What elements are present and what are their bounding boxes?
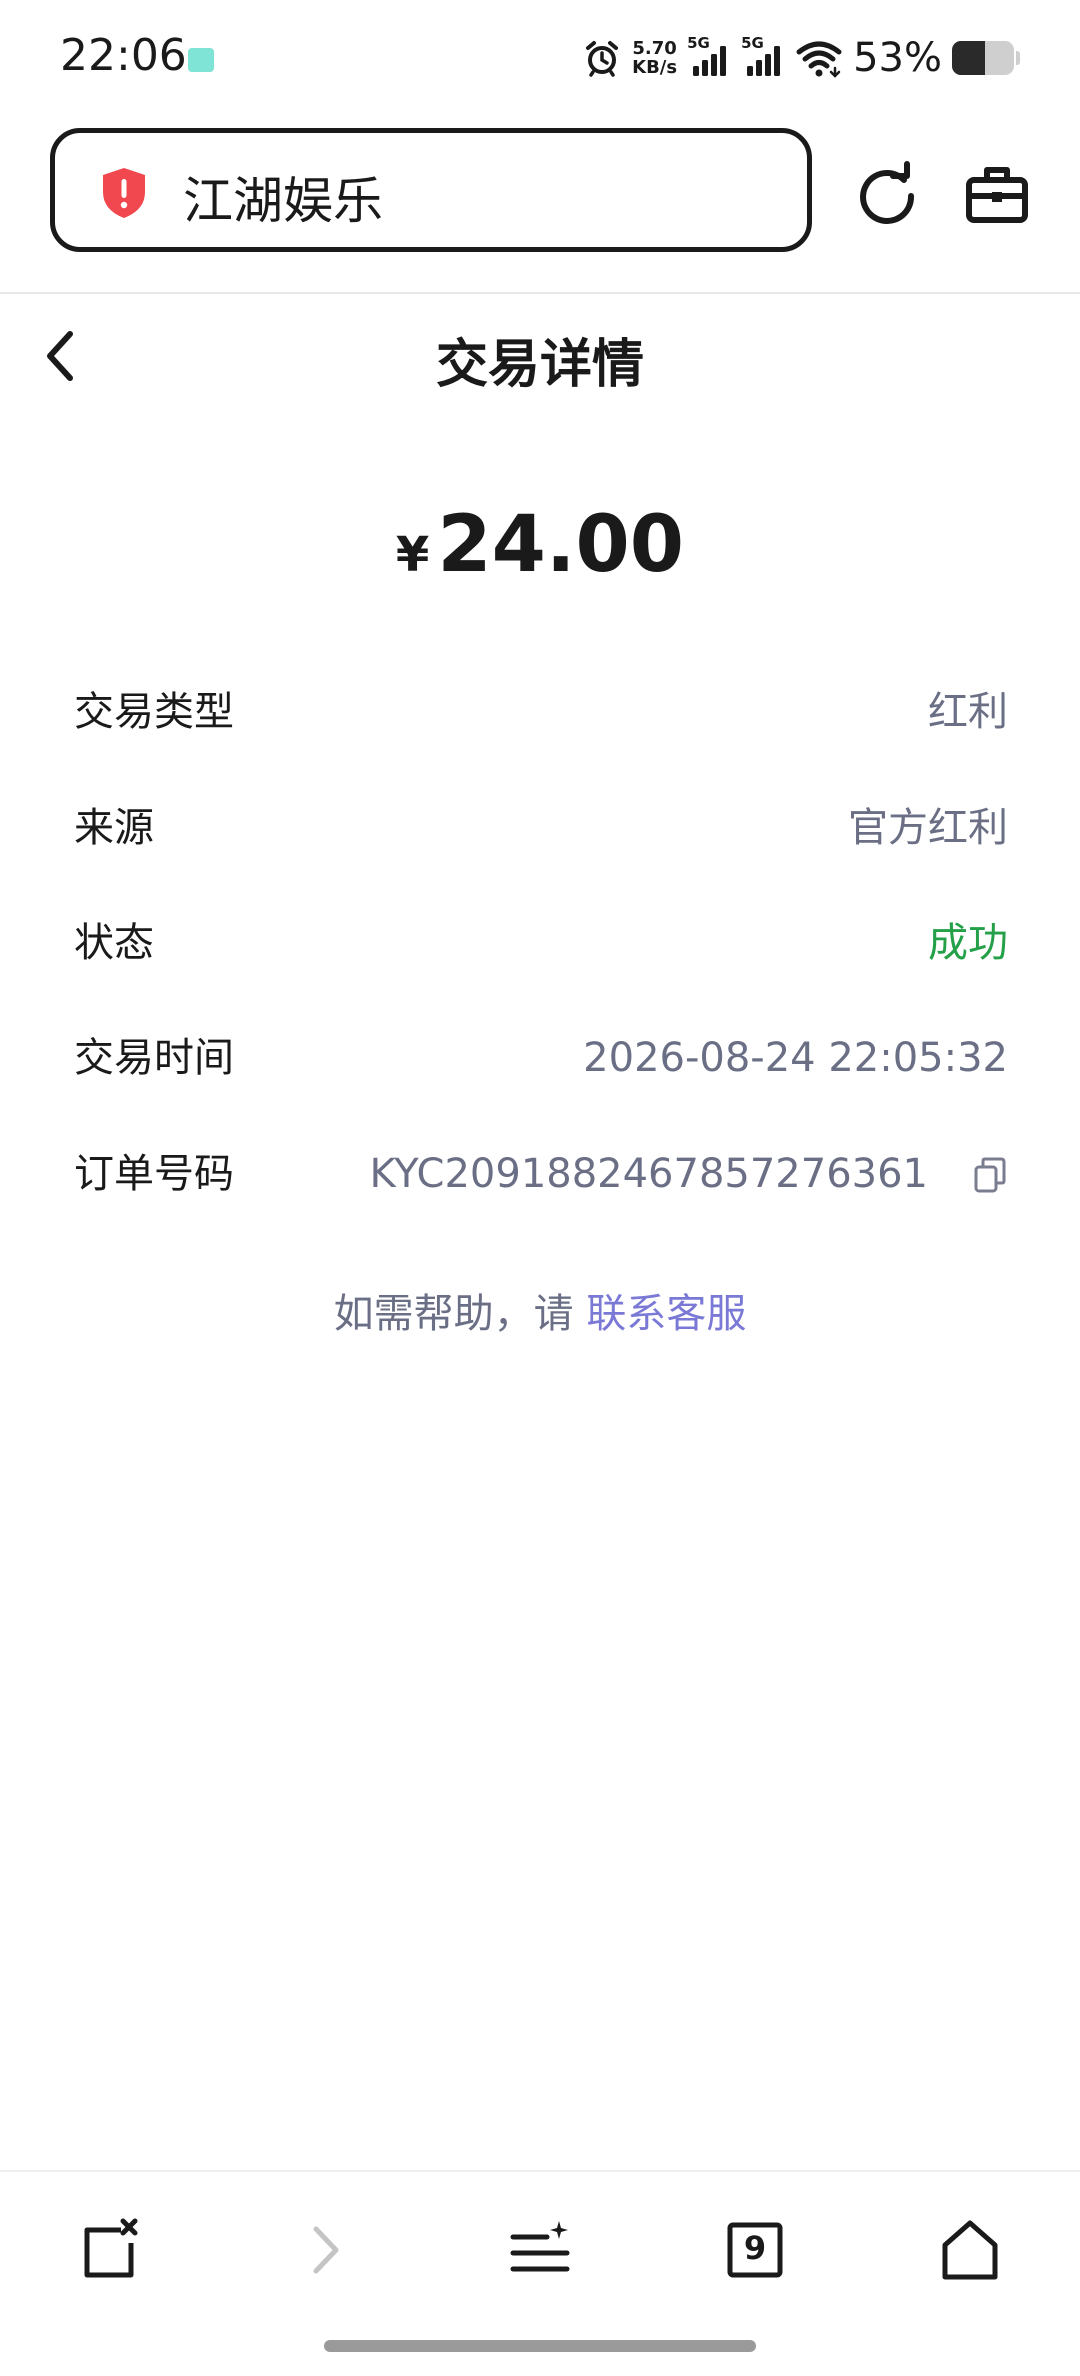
detail-row-type: 交易类型 红利 xyxy=(74,682,1008,742)
status-indicators: 5.70 KB/s 5G 5G 53% xyxy=(582,32,1020,84)
detail-label: 状态 xyxy=(74,920,154,966)
status-value: 成功 xyxy=(928,920,1008,966)
alarm-icon xyxy=(586,41,619,77)
battery-icon xyxy=(952,41,1014,75)
signal-indicator-2: 5G xyxy=(741,36,785,80)
address-title: 江湖娱乐 xyxy=(183,172,383,230)
signal-bars-icon xyxy=(693,46,727,76)
detail-row-order: 订单号码 KYC2091882467857276361 xyxy=(74,1144,1008,1204)
detail-row-status: 状态 成功 xyxy=(74,913,1008,973)
battery-tip xyxy=(1016,51,1020,65)
notification-app-icon xyxy=(188,48,214,72)
top-divider xyxy=(0,292,1080,294)
order-number: KYC2091882467857276361 xyxy=(369,1151,928,1197)
home-indicator[interactable] xyxy=(324,2340,756,2352)
tab-count: 9 xyxy=(743,2229,767,2267)
detail-label: 交易类型 xyxy=(74,689,234,735)
close-page-icon[interactable] xyxy=(73,2215,143,2285)
status-bar: 22:06 5.70 KB/s 5G 5G 53% xyxy=(0,0,1080,115)
contact-support-link[interactable]: 联系客服 xyxy=(586,1291,746,1337)
detail-row-source: 来源 官方红利 xyxy=(74,798,1008,858)
copy-icon[interactable] xyxy=(972,1156,1008,1194)
detail-value: 官方红利 xyxy=(848,805,1008,851)
tabs-button[interactable]: 9 xyxy=(720,2215,790,2285)
currency-symbol: ¥ xyxy=(395,527,430,583)
amount-value: 24.00 xyxy=(437,500,685,590)
help-text: 如需帮助，请 联系客服 xyxy=(0,1284,1080,1344)
shield-alert-icon[interactable] xyxy=(99,166,149,220)
battery-percent: 53% xyxy=(853,35,942,81)
network-speed: 5.70 KB/s xyxy=(632,39,677,77)
network-speed-unit: KB/s xyxy=(632,57,678,78)
home-icon[interactable] xyxy=(935,2215,1005,2285)
signal-indicator-1: 5G xyxy=(687,36,731,80)
wifi-icon xyxy=(796,41,842,78)
toolbox-icon[interactable] xyxy=(962,160,1032,230)
page-title: 交易详情 xyxy=(435,335,644,395)
signal-bars-icon xyxy=(747,46,781,76)
network-speed-value: 5.70 xyxy=(632,38,677,59)
bottom-divider xyxy=(0,2170,1080,2172)
detail-label: 来源 xyxy=(74,805,154,851)
detail-value: 2026-08-24 22:05:32 xyxy=(583,1035,1008,1081)
forward-arrow-icon[interactable] xyxy=(290,2215,360,2285)
refresh-icon[interactable] xyxy=(852,160,922,230)
address-bar[interactable]: 江湖娱乐 xyxy=(50,128,812,252)
transaction-amount: ¥24.00 xyxy=(0,500,1080,590)
detail-label: 订单号码 xyxy=(74,1151,234,1197)
help-prefix: 如需帮助，请 xyxy=(333,1291,587,1337)
detail-row-time: 交易时间 2026-08-24 22:05:32 xyxy=(74,1028,1008,1088)
detail-value: 红利 xyxy=(928,689,1008,735)
detail-label: 交易时间 xyxy=(74,1035,234,1081)
menu-icon[interactable] xyxy=(505,2215,575,2285)
status-time: 22:06 xyxy=(60,30,187,81)
battery-level xyxy=(952,41,985,75)
